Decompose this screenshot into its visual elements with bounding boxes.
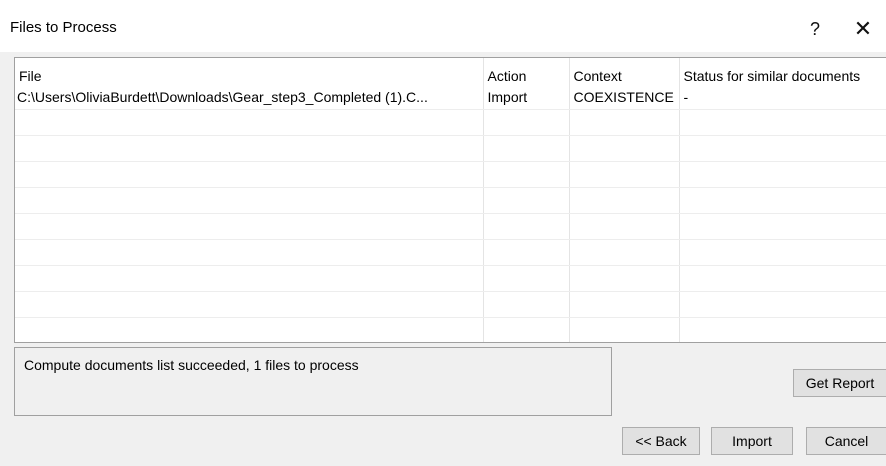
empty-row xyxy=(15,265,886,292)
empty-row xyxy=(15,135,886,162)
dialog-title: Files to Process xyxy=(10,19,117,36)
context-cell[interactable]: COEXISTENCE xyxy=(569,84,680,110)
help-button[interactable]: ? xyxy=(800,12,830,46)
empty-row xyxy=(15,291,886,318)
title-bar: Files to Process ? ✕ xyxy=(0,0,886,52)
back-button[interactable]: << Back xyxy=(622,427,700,455)
table-row[interactable]: C:\Users\OliviaBurdett\Downloads\Gear_st… xyxy=(15,84,886,110)
column-header-context[interactable]: Context xyxy=(569,58,680,84)
table-header-row: File Action Context Status for similar d… xyxy=(15,58,886,84)
status-message: Compute documents list succeeded, 1 file… xyxy=(24,357,359,373)
empty-row xyxy=(15,317,886,342)
empty-row xyxy=(15,213,886,240)
status-cell[interactable]: - xyxy=(679,84,886,110)
import-button[interactable]: Import xyxy=(711,427,793,455)
cancel-button[interactable]: Cancel xyxy=(806,427,886,455)
column-header-status[interactable]: Status for similar documents xyxy=(679,58,886,84)
files-to-process-dialog: Files to Process ? ✕ File Action Context… xyxy=(0,0,886,466)
get-report-button[interactable]: Get Report xyxy=(793,369,886,397)
empty-row xyxy=(15,239,886,266)
file-cell[interactable]: C:\Users\OliviaBurdett\Downloads\Gear_st… xyxy=(15,84,484,110)
column-header-file[interactable]: File xyxy=(15,58,484,84)
action-cell[interactable]: Import xyxy=(483,84,570,110)
files-table[interactable]: File Action Context Status for similar d… xyxy=(14,57,886,343)
empty-row xyxy=(15,187,886,214)
close-button[interactable]: ✕ xyxy=(846,12,880,46)
status-message-box: Compute documents list succeeded, 1 file… xyxy=(14,347,612,416)
empty-row xyxy=(15,161,886,188)
empty-row xyxy=(15,109,886,136)
column-header-action[interactable]: Action xyxy=(483,58,570,84)
